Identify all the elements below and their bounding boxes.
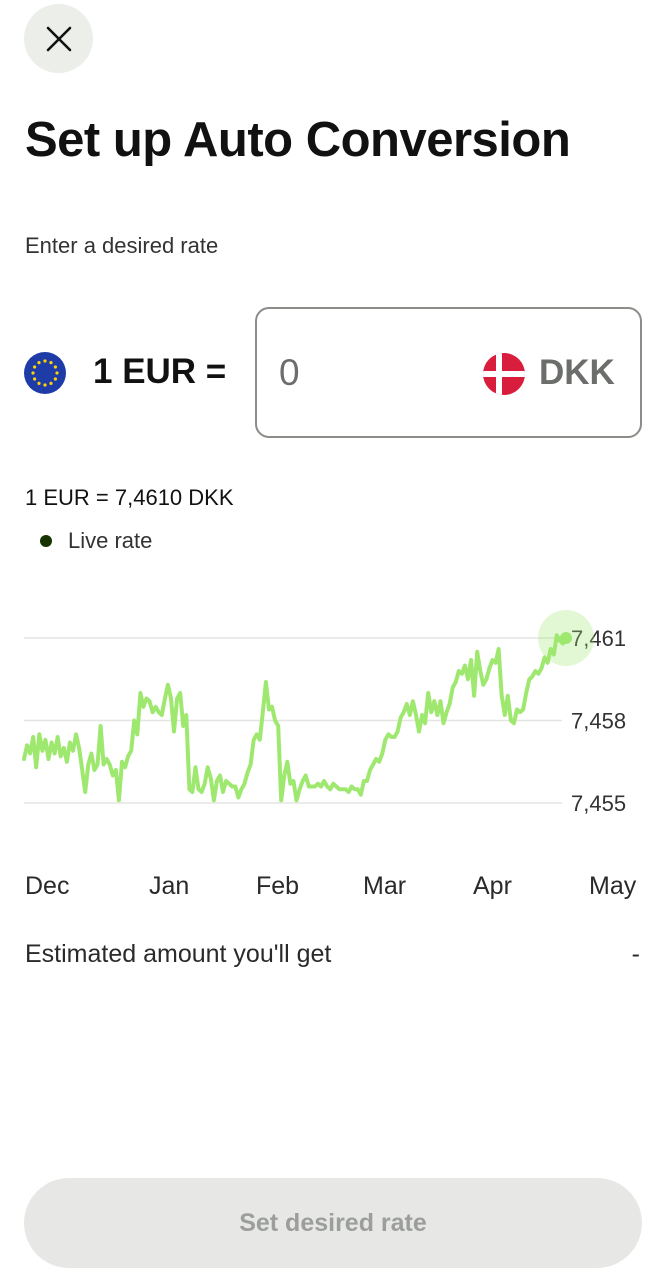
x-tick-label: Dec	[25, 872, 69, 900]
y-tick-label: 7,458	[571, 709, 626, 734]
x-tick-label: Feb	[256, 872, 299, 900]
x-tick-label: May	[589, 872, 637, 900]
y-tick-label: 7,455	[571, 791, 626, 816]
x-tick-label: Apr	[473, 872, 512, 900]
denmark-flag-icon	[483, 353, 525, 395]
rate-series-line	[22, 633, 568, 803]
live-rate-value: 1 EUR = 7,4610 DKK	[25, 485, 234, 510]
close-button[interactable]	[24, 4, 93, 73]
desired-rate-input[interactable]	[279, 345, 469, 401]
estimated-amount-value: -	[631, 940, 640, 968]
base-amount-label: 1 EUR =	[93, 352, 227, 391]
close-icon	[46, 26, 71, 51]
estimated-amount-label: Estimated amount you'll get	[25, 940, 332, 968]
live-rate-label: Live rate	[68, 528, 153, 553]
live-indicator-dot	[40, 535, 52, 547]
rate-instruction: Enter a desired rate	[25, 233, 219, 258]
x-tick-label: Mar	[363, 872, 406, 900]
current-point-dot	[560, 632, 572, 644]
desired-rate-field[interactable]: DKK	[255, 307, 642, 438]
eu-flag-icon	[24, 352, 66, 394]
quote-currency-code: DKK	[539, 353, 615, 392]
rate-history-chart: 7,4557,4587,461Dec Jan Feb Mar Apr May	[22, 610, 637, 900]
set-desired-rate-button[interactable]: Set desired rate	[24, 1178, 642, 1268]
x-tick-label: Jan	[149, 872, 189, 900]
page-title: Set up Auto Conversion	[25, 113, 571, 167]
